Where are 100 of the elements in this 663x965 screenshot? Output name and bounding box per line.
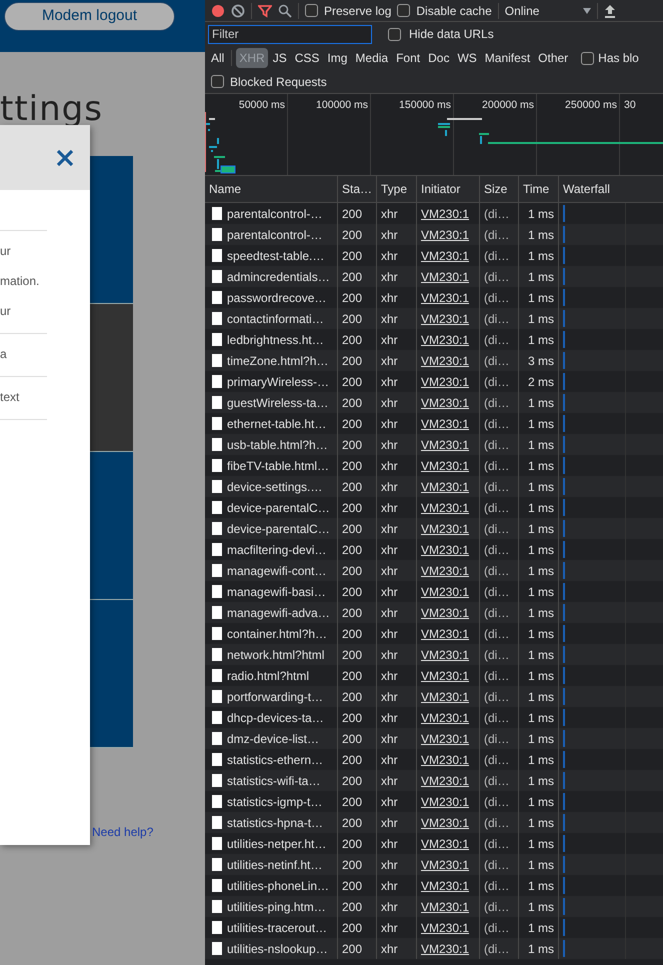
request-name[interactable]: ethernet-table.ht… <box>227 414 326 432</box>
checkbox[interactable] <box>397 4 410 17</box>
initiator-link[interactable]: VM230:1 <box>421 666 470 684</box>
filter-icon[interactable] <box>258 4 272 18</box>
request-name[interactable]: statistics-ethern… <box>227 750 324 768</box>
request-name[interactable]: radio.html?html <box>227 666 310 684</box>
search-icon[interactable] <box>278 4 292 18</box>
type-filter-tab[interactable]: WS <box>454 48 480 68</box>
request-name[interactable]: portforwarding-t… <box>227 688 324 706</box>
request-name[interactable]: utilities-tracerout… <box>227 918 328 936</box>
request-name[interactable]: statistics-igmp-t… <box>227 792 322 810</box>
initiator-link[interactable]: VM230:1 <box>421 226 470 244</box>
close-icon[interactable] <box>56 148 74 166</box>
column-header[interactable]: Sta… <box>338 176 377 202</box>
initiator-link[interactable]: VM230:1 <box>421 604 470 622</box>
request-name[interactable]: passwordrecove… <box>227 288 326 306</box>
logout-button[interactable]: Modem logout <box>4 2 175 31</box>
column-header[interactable]: Waterfall <box>559 176 663 202</box>
request-name[interactable]: guestWireless-ta… <box>227 394 328 412</box>
initiator-link[interactable]: VM230:1 <box>421 708 470 726</box>
initiator-link[interactable]: VM230:1 <box>421 792 470 810</box>
initiator-link[interactable]: VM230:1 <box>421 918 470 936</box>
initiator-link[interactable]: VM230:1 <box>421 478 470 496</box>
request-name[interactable]: admincredentials… <box>227 268 330 286</box>
throttling-dropdown[interactable]: Online <box>504 2 540 20</box>
request-name[interactable]: utilities-netper.ht… <box>227 834 326 852</box>
initiator-link[interactable]: VM230:1 <box>421 730 470 748</box>
request-name[interactable]: dhcp-devices-ta… <box>227 708 324 726</box>
column-header[interactable]: Size <box>480 176 519 202</box>
initiator-link[interactable]: VM230:1 <box>421 582 470 600</box>
initiator-link[interactable]: VM230:1 <box>421 750 470 768</box>
request-name[interactable]: statistics-hpna-t… <box>227 814 324 832</box>
type-filter-tab[interactable]: Img <box>324 48 350 68</box>
request-name[interactable]: speedtest-table.… <box>227 246 324 264</box>
request-name[interactable]: managewifi-cont… <box>227 562 326 580</box>
initiator-link[interactable]: VM230:1 <box>421 330 470 348</box>
initiator-link[interactable]: VM230:1 <box>421 436 470 454</box>
type-filter-tab[interactable]: All <box>208 48 228 68</box>
help-link[interactable]: Need help? <box>92 823 154 841</box>
request-name[interactable]: parentalcontrol-… <box>227 204 322 222</box>
request-name[interactable]: utilities-ping.htm… <box>227 898 326 916</box>
initiator-link[interactable]: VM230:1 <box>421 520 470 538</box>
type-filter-tab[interactable]: JS <box>270 48 290 68</box>
request-name[interactable]: fibeTV-table.html… <box>227 456 330 474</box>
checkbox[interactable] <box>581 52 594 64</box>
type-filter-tab[interactable]: Font <box>393 48 424 68</box>
initiator-link[interactable]: VM230:1 <box>421 352 470 370</box>
request-name[interactable]: usb-table.html?h… <box>227 436 328 454</box>
request-name[interactable]: ledbrightness.ht… <box>227 330 324 348</box>
initiator-link[interactable]: VM230:1 <box>421 688 470 706</box>
initiator-link[interactable]: VM230:1 <box>421 268 470 286</box>
initiator-link[interactable]: VM230:1 <box>421 204 470 222</box>
request-name[interactable]: dmz-device-list… <box>227 730 320 748</box>
initiator-link[interactable]: VM230:1 <box>421 562 470 580</box>
request-name[interactable]: container.html?h… <box>227 624 328 642</box>
initiator-link[interactable]: VM230:1 <box>421 876 470 894</box>
initiator-link[interactable]: VM230:1 <box>421 834 470 852</box>
upload-icon[interactable] <box>604 4 616 18</box>
checkbox[interactable] <box>388 28 401 40</box>
type-filter-tab[interactable]: CSS <box>292 48 322 68</box>
request-name[interactable]: managewifi-basi… <box>227 582 326 600</box>
request-name[interactable]: device-settings.… <box>227 478 322 496</box>
initiator-link[interactable]: VM230:1 <box>421 288 470 306</box>
initiator-link[interactable]: VM230:1 <box>421 540 470 558</box>
column-header[interactable]: Time <box>519 176 559 202</box>
type-filter-tab[interactable]: Doc <box>425 48 452 68</box>
initiator-link[interactable]: VM230:1 <box>421 372 470 390</box>
type-filter-tab[interactable]: Manifest <box>482 48 534 68</box>
initiator-link[interactable]: VM230:1 <box>421 246 470 264</box>
caret-icon[interactable] <box>583 8 592 14</box>
request-name[interactable]: utilities-nslookup… <box>227 940 328 958</box>
initiator-link[interactable]: VM230:1 <box>421 940 470 958</box>
initiator-link[interactable]: VM230:1 <box>421 772 470 790</box>
checkbox[interactable] <box>305 4 318 17</box>
request-name[interactable]: utilities-netinf.ht… <box>227 856 322 874</box>
record-icon[interactable] <box>211 4 225 18</box>
request-name[interactable]: managewifi-adva… <box>227 604 330 622</box>
type-filter-tab[interactable]: Media <box>352 48 392 68</box>
checkbox[interactable] <box>211 75 224 88</box>
request-name[interactable]: contactinformati… <box>227 310 324 328</box>
request-name[interactable]: timeZone.html?h… <box>227 352 328 370</box>
initiator-link[interactable]: VM230:1 <box>421 856 470 874</box>
column-header[interactable]: Type <box>377 176 417 202</box>
initiator-link[interactable]: VM230:1 <box>421 898 470 916</box>
initiator-link[interactable]: VM230:1 <box>421 394 470 412</box>
request-name[interactable]: parentalcontrol-… <box>227 226 322 244</box>
request-name[interactable]: statistics-wifi-ta… <box>227 772 320 790</box>
initiator-link[interactable]: VM230:1 <box>421 456 470 474</box>
initiator-link[interactable]: VM230:1 <box>421 498 470 516</box>
initiator-link[interactable]: VM230:1 <box>421 624 470 642</box>
initiator-link[interactable]: VM230:1 <box>421 814 470 832</box>
request-name[interactable]: primaryWireless-… <box>227 372 329 390</box>
request-name[interactable]: utilities-phoneLin… <box>227 876 330 894</box>
initiator-link[interactable]: VM230:1 <box>421 646 470 664</box>
request-name[interactable]: device-parentalC… <box>227 520 330 538</box>
clear-icon[interactable] <box>231 4 245 18</box>
column-header[interactable]: Name <box>205 176 338 202</box>
type-filter-tab[interactable]: Other <box>535 48 572 68</box>
filter-field[interactable]: Filter <box>208 24 372 44</box>
request-name[interactable]: device-parentalC… <box>227 498 330 516</box>
